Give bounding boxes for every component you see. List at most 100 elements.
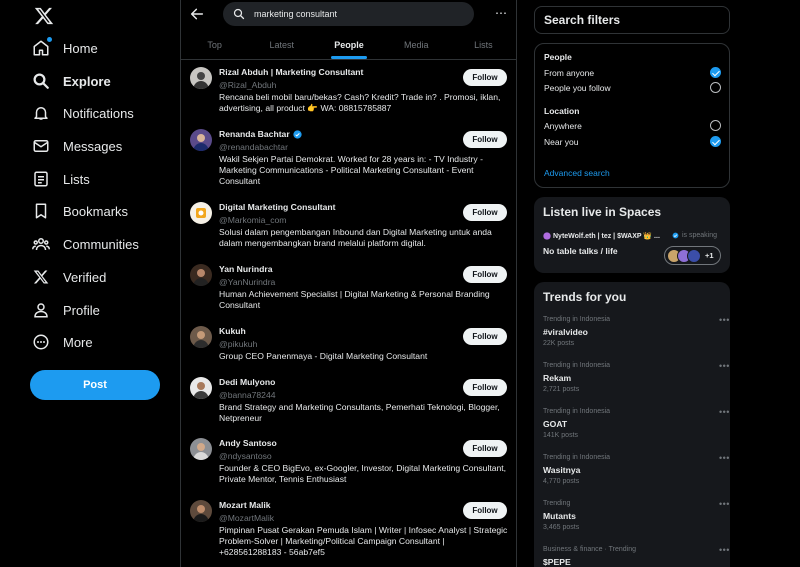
spaces-panel[interactable]: Listen live in Spaces NyteWolf.eth | tez…	[534, 197, 730, 273]
post-button[interactable]: Post	[30, 370, 160, 400]
more-options-icon[interactable]: •••	[719, 315, 730, 325]
more-options-icon[interactable]: •••	[719, 499, 730, 509]
spaces-title: Listen live in Spaces	[543, 205, 662, 219]
avatar	[687, 249, 701, 263]
tab-lists[interactable]: Lists	[450, 30, 517, 59]
trend-item[interactable]: Trending in Indonesia Wasitnya 4,770 pos…	[543, 453, 729, 486]
filter-people-you-follow[interactable]: People you follow	[544, 83, 611, 93]
user-handle[interactable]: @YanNurindra	[219, 277, 275, 287]
tab-people[interactable]: People	[315, 30, 382, 59]
user-handle[interactable]: @Rizal_Abduh	[219, 80, 276, 90]
user-handle[interactable]: @banna78244	[219, 390, 276, 400]
radio-anywhere[interactable]	[710, 120, 721, 131]
follow-button[interactable]: Follow	[463, 69, 507, 86]
tab-top[interactable]: Top	[181, 30, 248, 59]
radio-people-you-follow[interactable]	[710, 82, 721, 93]
search-filters-panel: People From anyone People you follow Loc…	[534, 43, 730, 188]
envelope-icon	[30, 135, 52, 157]
filter-near-you[interactable]: Near you	[544, 137, 579, 147]
nav-profile[interactable]: Profile	[30, 296, 100, 324]
avatar[interactable]	[190, 202, 212, 224]
follow-button[interactable]: Follow	[463, 502, 507, 519]
trend-name: GOAT	[543, 419, 568, 429]
x-logo-icon[interactable]	[34, 6, 54, 26]
nav-label-home: Home	[63, 40, 98, 56]
nav-label-bookmarks: Bookmarks	[63, 203, 129, 219]
more-options-icon[interactable]: •••	[719, 545, 730, 555]
user-name[interactable]: Mozart Malik	[219, 500, 271, 510]
trend-item[interactable]: Business & finance · Trending $PEPE •••	[543, 545, 729, 567]
search-icon	[233, 8, 245, 20]
trend-context: Trending in Indonesia	[543, 316, 611, 323]
radio-near-you[interactable]	[710, 136, 721, 147]
user-handle[interactable]: @MozartMalik	[219, 513, 274, 523]
nav-notifications[interactable]: Notifications	[30, 99, 134, 127]
nav-verified[interactable]: Verified	[30, 263, 106, 291]
more-options-icon[interactable]: •••	[719, 361, 730, 371]
avatar[interactable]	[190, 264, 212, 286]
user-name[interactable]: Kukuh	[219, 326, 246, 336]
avatar[interactable]	[190, 500, 212, 522]
user-name[interactable]: Digital Marketing Consultant	[219, 202, 336, 212]
more-options-icon[interactable]: ⋯	[493, 6, 509, 22]
active-tab-indicator	[331, 56, 367, 59]
search-input[interactable]: marketing consultant	[223, 2, 474, 26]
avatar[interactable]	[190, 438, 212, 460]
trend-item[interactable]: Trending in Indonesia GOAT 141K posts ••…	[543, 407, 729, 440]
radio-from-anyone[interactable]	[710, 67, 721, 78]
search-header: marketing consultant ⋯	[181, 0, 517, 30]
user-handle[interactable]: @ndysantoso	[219, 451, 272, 461]
avatar[interactable]	[190, 377, 212, 399]
trend-item[interactable]: Trending in Indonesia Rekam 2,721 posts …	[543, 361, 729, 394]
avatar[interactable]	[190, 129, 212, 151]
trend-context: Trending in Indonesia	[543, 362, 611, 369]
user-handle[interactable]: @renandabachtar	[219, 142, 288, 152]
search-filters-header: Search filters	[534, 6, 730, 34]
follow-button[interactable]: Follow	[463, 204, 507, 221]
nav-label-verified: Verified	[63, 269, 107, 285]
filter-from-anyone[interactable]: From anyone	[544, 68, 594, 78]
user-name[interactable]: Rizal Abduh | Marketing Consultant	[219, 67, 363, 77]
nav-lists[interactable]: Lists	[30, 165, 90, 193]
nav-home[interactable]: Home	[30, 34, 98, 62]
follow-button[interactable]: Follow	[463, 440, 507, 457]
trend-item[interactable]: Trending in Indonesia #viralvideo 22K po…	[543, 315, 729, 348]
nav-communities[interactable]: Communities	[30, 230, 139, 258]
user-name[interactable]: Renanda Bachtar	[219, 129, 302, 139]
trend-name: Mutants	[543, 511, 576, 521]
follow-button[interactable]: Follow	[463, 266, 507, 283]
follow-button[interactable]: Follow	[463, 379, 507, 396]
more-options-icon[interactable]: •••	[719, 407, 730, 417]
tab-latest[interactable]: Latest	[248, 30, 315, 59]
user-name[interactable]: Andy Santoso	[219, 438, 277, 448]
notification-dot	[47, 37, 52, 42]
search-tabs: Top Latest People Media Lists	[181, 30, 517, 60]
nav-more[interactable]: More	[30, 328, 93, 356]
trend-count: 4,770 posts	[543, 478, 580, 485]
follow-button[interactable]: Follow	[463, 328, 507, 345]
nav-bookmarks[interactable]: Bookmarks	[30, 197, 128, 225]
trend-context: Business & finance · Trending	[543, 546, 636, 553]
filter-anywhere[interactable]: Anywhere	[544, 121, 582, 131]
user-bio: Solusi dalam pengembangan Inbound dan Di…	[219, 227, 492, 249]
user-bio: Rencana beli mobil baru/bekas? Cash? Kre…	[219, 92, 501, 114]
trend-item[interactable]: Trending Mutants 3,465 posts •••	[543, 499, 729, 532]
back-arrow-icon[interactable]	[189, 6, 205, 22]
nav-explore[interactable]: Explore	[30, 67, 111, 95]
advanced-search-link[interactable]: Advanced search	[544, 168, 610, 178]
trend-context: Trending	[543, 500, 571, 507]
user-handle[interactable]: @Markomia_com	[219, 215, 286, 225]
user-name[interactable]: Dedi Mulyono	[219, 377, 275, 387]
user-name[interactable]: Yan Nurindra	[219, 264, 272, 274]
nav-label-lists: Lists	[63, 171, 90, 187]
user-handle[interactable]: @pikukuh	[219, 339, 257, 349]
more-options-icon[interactable]: •••	[719, 453, 730, 463]
speaking-icon	[672, 232, 679, 239]
nav-messages[interactable]: Messages	[30, 132, 122, 160]
search-filters-title: Search filters	[544, 13, 621, 27]
tab-media[interactable]: Media	[383, 30, 450, 59]
follow-button[interactable]: Follow	[463, 131, 507, 148]
avatar[interactable]	[190, 326, 212, 348]
user-bio: Wakil Sekjen Partai Demokrat. Worked for…	[219, 154, 483, 187]
avatar[interactable]	[190, 67, 212, 89]
